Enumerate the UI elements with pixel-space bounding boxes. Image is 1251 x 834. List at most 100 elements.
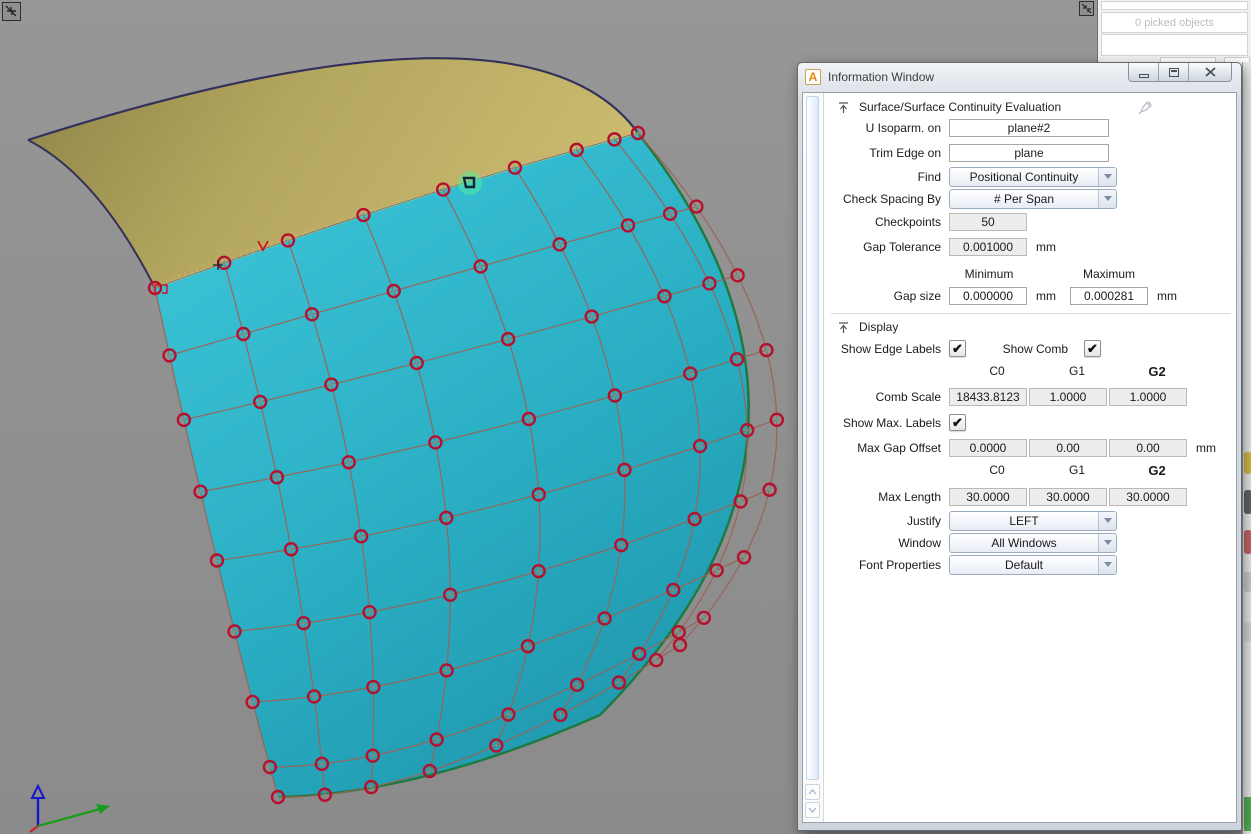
comb-scale-row: Comb Scale 18433.8123 1.0000 1.0000 bbox=[831, 386, 1234, 407]
taskbar-icon-red[interactable] bbox=[1244, 530, 1251, 554]
comb-scale-g2-field[interactable]: 1.0000 bbox=[1109, 388, 1187, 406]
gap-size-min-unit: mm bbox=[1036, 289, 1056, 303]
resize-view-icon[interactable] bbox=[2, 2, 21, 21]
gap-size-label: Gap size bbox=[831, 289, 949, 303]
section-title: Surface/Surface Continuity Evaluation bbox=[859, 100, 1061, 114]
max-gap-g1-field[interactable]: 0.00 bbox=[1029, 439, 1107, 457]
show-max-labels-checkbox[interactable]: ✔ bbox=[949, 414, 966, 431]
gap-size-min-field[interactable]: 0.000000 bbox=[949, 287, 1027, 305]
check-spacing-dropdown-button[interactable] bbox=[1098, 190, 1116, 208]
g1-header: G1 bbox=[1037, 364, 1117, 379]
section-divider bbox=[831, 313, 1231, 314]
show-edge-labels-checkbox[interactable]: ✔ bbox=[949, 340, 966, 357]
gap-tolerance-row: Gap Tolerance 0.001000 mm bbox=[831, 236, 1234, 257]
trim-edge-field[interactable]: plane bbox=[949, 144, 1109, 162]
justify-value: LEFT bbox=[950, 512, 1098, 530]
taskbar-icon-yellow[interactable] bbox=[1244, 452, 1251, 474]
trim-edge-row: Trim Edge on plane bbox=[831, 142, 1234, 163]
max-length-g2-field[interactable]: 30.0000 bbox=[1109, 488, 1187, 506]
check-spacing-value: # Per Span bbox=[950, 190, 1098, 208]
max-gap-g2-field[interactable]: 0.00 bbox=[1109, 439, 1187, 457]
max-length-g1-field[interactable]: 30.0000 bbox=[1029, 488, 1107, 506]
check-spacing-row: Check Spacing By # Per Span bbox=[831, 188, 1234, 209]
max-gap-offset-label: Max Gap Offset bbox=[831, 441, 949, 455]
continuity-label-marker bbox=[458, 171, 482, 195]
dropdown-arrow-icon bbox=[1104, 196, 1112, 201]
window-label: Window bbox=[831, 536, 949, 550]
show-comb-label: Show Comb bbox=[966, 342, 1076, 356]
checkpoints-row: Checkpoints 50 bbox=[831, 211, 1234, 232]
section-header-display[interactable]: Display bbox=[837, 318, 898, 336]
minimize-button[interactable] bbox=[1129, 63, 1159, 81]
taskbar-icon-green[interactable] bbox=[1244, 797, 1251, 831]
alias-app-icon: A bbox=[805, 69, 821, 85]
window-dropdown[interactable]: All Windows bbox=[949, 533, 1117, 553]
scrollbar-thumb[interactable] bbox=[806, 96, 819, 780]
collapse-section-icon[interactable] bbox=[837, 321, 850, 334]
find-label: Find bbox=[831, 170, 949, 184]
information-window-body: Surface/Surface Continuity Evaluation U … bbox=[802, 92, 1237, 823]
max-gap-unit: mm bbox=[1196, 441, 1216, 455]
taskbar-icon-gray1[interactable] bbox=[1244, 572, 1251, 592]
max-length-c0-field[interactable]: 30.0000 bbox=[949, 488, 1027, 506]
section-header-continuity[interactable]: Surface/Surface Continuity Evaluation bbox=[837, 98, 1061, 116]
gap-size-max-unit: mm bbox=[1157, 289, 1177, 303]
collapse-section-icon[interactable] bbox=[837, 101, 850, 114]
comb-scale-g1-field[interactable]: 1.0000 bbox=[1029, 388, 1107, 406]
gap-tolerance-field[interactable]: 0.001000 bbox=[949, 238, 1027, 256]
gap-size-max-field[interactable]: 0.000281 bbox=[1070, 287, 1148, 305]
section-title: Display bbox=[859, 320, 898, 334]
maximize-icon bbox=[1169, 68, 1179, 77]
show-comb-checkbox[interactable]: ✔ bbox=[1084, 340, 1101, 357]
justify-dropdown[interactable]: LEFT bbox=[949, 511, 1117, 531]
u-isoparm-row: U Isoparm. on plane#2 bbox=[831, 117, 1234, 138]
u-isoparm-field[interactable]: plane#2 bbox=[949, 119, 1109, 137]
gap-tolerance-label: Gap Tolerance bbox=[831, 240, 949, 254]
window-value: All Windows bbox=[950, 534, 1098, 552]
taskbar-icon-gray2[interactable] bbox=[1244, 622, 1251, 642]
find-dropdown-button[interactable] bbox=[1098, 168, 1116, 186]
scroll-down-button[interactable] bbox=[805, 802, 820, 818]
dropdown-arrow-icon bbox=[1104, 174, 1112, 179]
u-isoparm-label: U Isoparm. on bbox=[831, 121, 949, 135]
resize-view-icon-right[interactable] bbox=[1079, 1, 1094, 16]
window-dropdown-button[interactable] bbox=[1098, 534, 1116, 552]
max-gap-offset-row: Max Gap Offset 0.0000 0.00 0.00 mm bbox=[831, 437, 1234, 458]
justify-label: Justify bbox=[831, 514, 949, 528]
font-properties-dropdown[interactable]: Default bbox=[949, 555, 1117, 575]
window-title: Information Window bbox=[828, 70, 934, 84]
dropdown-arrow-icon bbox=[1104, 518, 1112, 523]
show-max-labels-label: Show Max. Labels bbox=[831, 416, 949, 430]
minimize-icon bbox=[1139, 74, 1149, 78]
information-window-titlebar[interactable]: A Information Window bbox=[798, 63, 1241, 91]
dialog-scrollbar[interactable] bbox=[803, 93, 824, 822]
font-properties-label: Font Properties bbox=[831, 558, 949, 572]
font-properties-dropdown-button[interactable] bbox=[1098, 556, 1116, 574]
max-length-row: Max Length 30.0000 30.0000 30.0000 bbox=[831, 486, 1234, 507]
font-properties-value: Default bbox=[950, 556, 1098, 574]
checkpoints-label: Checkpoints bbox=[831, 215, 949, 229]
comb-scale-label: Comb Scale bbox=[831, 390, 949, 404]
justify-dropdown-button[interactable] bbox=[1098, 512, 1116, 530]
maximize-button[interactable] bbox=[1159, 63, 1189, 81]
comb-scale-c0-field[interactable]: 18433.8123 bbox=[949, 388, 1027, 406]
max-gap-c0-field[interactable]: 0.0000 bbox=[949, 439, 1027, 457]
find-row: Find Positional Continuity bbox=[831, 166, 1234, 187]
window-row: Window All Windows bbox=[831, 532, 1234, 553]
close-button[interactable] bbox=[1189, 63, 1231, 81]
picked-objects-field: 0 picked objects bbox=[1101, 12, 1248, 33]
scroll-up-button[interactable] bbox=[805, 784, 820, 800]
minimum-label: Minimum bbox=[949, 267, 1029, 281]
show-edge-labels-label: Show Edge Labels bbox=[831, 342, 949, 356]
gap-size-row: Gap size 0.000000 mm 0.000281 mm bbox=[831, 285, 1234, 306]
g2-header: G2 bbox=[1117, 463, 1197, 478]
show-labels-row: Show Edge Labels ✔ Show Comb ✔ bbox=[831, 338, 1234, 359]
g1-header: G1 bbox=[1037, 463, 1117, 478]
taskbar-icon-dark[interactable] bbox=[1244, 490, 1251, 514]
gap-tolerance-unit: mm bbox=[1036, 240, 1056, 254]
find-dropdown[interactable]: Positional Continuity bbox=[949, 167, 1117, 187]
check-spacing-dropdown[interactable]: # Per Span bbox=[949, 189, 1117, 209]
pin-icon[interactable] bbox=[1137, 100, 1153, 116]
close-icon bbox=[1205, 67, 1216, 77]
checkpoints-field[interactable]: 50 bbox=[949, 213, 1027, 231]
